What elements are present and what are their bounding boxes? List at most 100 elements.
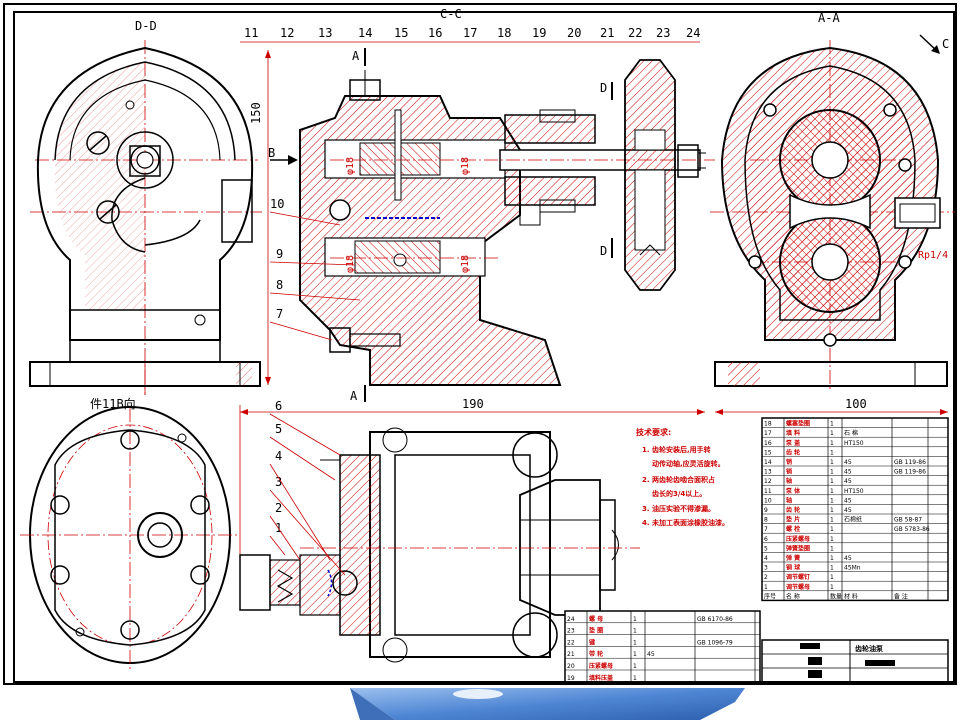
table-cell: 1 [830,430,834,437]
section-mark-a-top: A [352,49,360,63]
table-cell: 45 [844,555,852,562]
tech-req-line-1: 1. 齿轮安装后,用手转 [642,445,711,454]
table-cell: 1 [830,517,834,524]
table-cell: 1 [830,488,834,495]
table-cell: 45 [647,651,655,658]
table-cell: 泵 盖 [786,439,800,447]
table-cell: 1 [633,675,637,682]
table-cell: 弹簧垫圈 [786,544,810,552]
table-cell: 弹 簧 [786,554,800,562]
parts-list-upper: 18 螺塞垫圈 117 填 料1石 棉16 泵 盖 1 HT15015 齿 轮 114 销 1 45 G… [761,417,949,602]
table-cell: 12 [764,478,772,485]
table-cell: 压紧螺母 [589,662,613,670]
dim-100: 100 [845,397,867,411]
table-cell: GB 5783-86 [894,526,930,533]
table-cell: 5 [764,545,768,552]
table-cell: GB 6170-86 [697,616,733,623]
callout-9: 9 [276,247,283,261]
callout-14: 14 [358,26,372,40]
port-thread-label: Rp1/4 [918,250,948,261]
table-cell: 1 [830,565,834,572]
table-header-cell: 材 料 [844,592,858,600]
table-cell: 键 [588,638,596,646]
table-cell: 齿 轮 [786,448,800,456]
table-cell: 轴 [786,477,792,485]
table-cell: 17 [764,430,772,437]
table-cell: 45 [844,478,852,485]
table-cell: 销 [786,458,792,466]
callout-15: 15 [394,26,408,40]
callout-18: 18 [497,26,511,40]
table-cell: 45 [844,497,852,504]
tech-req-line-5: 3. 油压实验不得渗漏。 [642,504,715,513]
title-block-name: 齿轮油泵 [855,644,883,653]
fit-label-4: φ18 [460,255,471,273]
table-cell: 45 [844,507,852,514]
table-header-cell: 备 注 [894,592,908,600]
table-cell: 18 [764,421,772,428]
table-cell: 19 [567,675,575,682]
table-cell: 1 [830,449,834,456]
table-cell: 调节螺母 [786,583,810,591]
view-aa-label: A-A [818,11,840,25]
table-cell: 1 [633,639,637,646]
table-cell: 24 [567,616,575,623]
table-cell: 1 [830,459,834,466]
callout-17: 17 [463,26,477,40]
table-header-cell: 序号 [764,592,776,600]
callout-20: 20 [567,26,581,40]
table-cell: 压紧螺母 [786,535,810,543]
table-cell: 带 轮 [589,650,603,658]
table-cell: 1 [830,507,834,514]
table-cell: 1 [830,555,834,562]
table-row: 8 垫 片 1 石棉纸 GB 58-87 [764,516,922,524]
table-cell: 4 [764,555,768,562]
table-cell: 1 [830,526,834,533]
section-mark-d-top: D [600,81,607,95]
table-cell: 1 [830,584,834,591]
table-cell: HT150 [844,488,864,495]
tech-req-line-2: 动传动轴,应灵活旋转。 [652,459,725,468]
table-cell: 齿 轮 [786,506,800,514]
table-cell: GB 58-87 [894,517,922,524]
callout-4: 4 [275,449,282,463]
fit-label-1: φ18 [345,157,356,175]
table-cell: GB 1096-79 [697,639,733,646]
table-cell: 23 [567,628,575,635]
table-cell: 1 [830,545,834,552]
tech-req-title: 技术要求: [636,427,671,437]
callout-21: 21 [600,26,614,40]
tech-req-line-4: 齿长的3/4以上。 [652,489,706,498]
tech-req-line-6: 4. 未加工表面涂橡胶油漆。 [642,518,729,527]
callout-6: 6 [275,399,282,413]
table-cell: 1 [633,628,637,635]
table-cell: 3 [764,565,768,572]
table-cell: 销 [786,468,792,476]
callout-16: 16 [428,26,442,40]
table-cell: 11 [764,488,772,495]
table-cell: 1 [830,421,834,428]
fit-label-2: φ18 [460,157,471,175]
callout-22: 22 [628,26,642,40]
table-cell: 21 [567,651,575,658]
fit-label-3: φ18 [345,255,356,273]
table-cell: 垫 片 [786,516,800,524]
callout-19: 19 [532,26,546,40]
table-cell: 1 [830,469,834,476]
parts-list-lower: 24 螺 母 1 GB 6170-86 23 垫 圈 1 22 键 1 GB 1096-79 21 带 … [564,610,761,683]
view-b-arrow-label: B [268,146,275,160]
table-cell: 45 [844,469,852,476]
table-cell: 1 [830,497,834,504]
table-cell: 1 [633,616,637,623]
table-cell: 1 [830,440,834,447]
dim-150: 150 [249,102,263,124]
table-cell: 1 [764,584,768,591]
callout-8: 8 [276,278,283,292]
table-cell: 泵 体 [786,487,801,495]
table-row: 13 销 1 45 GB 119-86 [764,468,926,476]
table-cell: 9 [764,507,768,514]
callout-11: 11 [244,26,258,40]
table-cell: 1 [633,663,637,670]
table-cell: 石棉纸 [844,516,862,524]
table-cell: HT150 [844,440,864,447]
